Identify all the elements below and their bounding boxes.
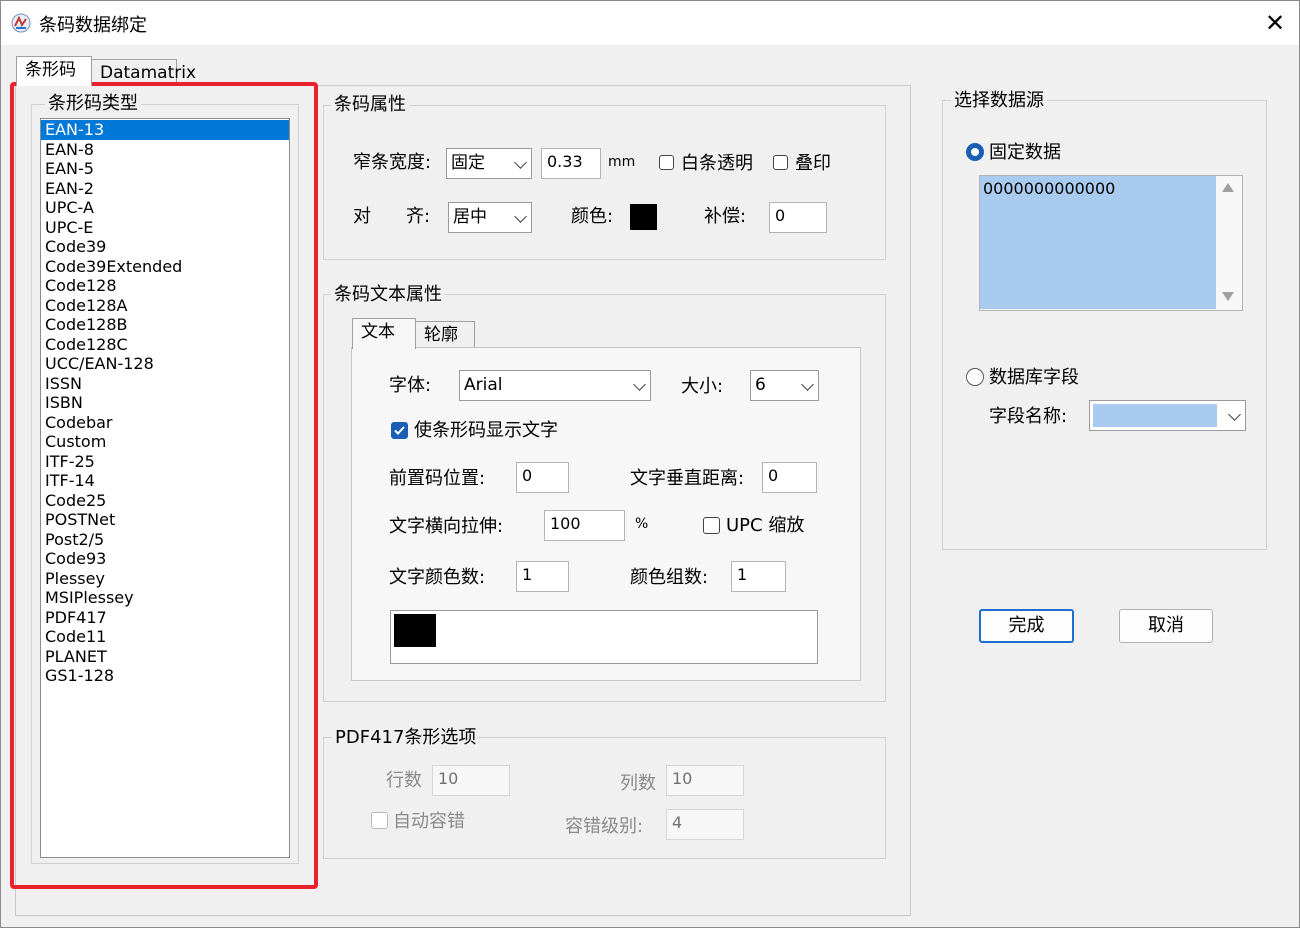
barcode-props-group <box>323 105 886 260</box>
vertical-dist-input[interactable]: 0 <box>762 462 817 493</box>
barcode-props-title: 条码属性 <box>331 94 409 116</box>
narrow-width-mode-value: 固定 <box>451 153 485 173</box>
overprint-checkbox[interactable] <box>773 155 788 170</box>
prefix-pos-input[interactable]: 0 <box>516 462 569 493</box>
narrow-width-label: 窄条宽度: <box>353 152 432 173</box>
size-label: 大小: <box>681 376 724 397</box>
color-count-label: 文字颜色数: <box>389 567 486 588</box>
prefix-pos-label: 前置码位置: <box>389 468 486 489</box>
dialog-window: 条码数据绑定 ✕ 条形码 Datamatrix 条形码类型 EAN-13 EAN-… <box>0 0 1300 928</box>
font-select[interactable]: Arial <box>459 370 651 401</box>
white-transparent-label: 白条透明 <box>681 153 753 174</box>
align-select[interactable]: 居中 <box>448 202 532 233</box>
text-color-swatch[interactable] <box>394 614 436 647</box>
size-select[interactable]: 6 <box>750 370 819 401</box>
upc-scale-label: UPC 缩放 <box>726 515 805 536</box>
barcode-color-swatch[interactable] <box>630 204 657 230</box>
pdf417-group <box>323 737 886 859</box>
field-name-value <box>1093 404 1217 427</box>
white-transparent-checkbox[interactable] <box>659 155 674 170</box>
title-bar: 条码数据绑定 ✕ <box>1 1 1299 45</box>
overprint-label: 叠印 <box>795 153 831 174</box>
align-value: 居中 <box>453 207 487 227</box>
narrow-width-unit: mm <box>608 154 636 170</box>
tab-outline[interactable]: 轮廓 <box>415 321 475 347</box>
font-value: Arial <box>464 375 503 395</box>
color-group-label: 颜色组数: <box>630 567 709 588</box>
scroll-down-icon[interactable] <box>1222 292 1234 301</box>
text-color-swatch-box <box>390 610 818 664</box>
cols-label: 列数 <box>620 773 656 794</box>
cancel-button[interactable]: 取消 <box>1119 609 1213 643</box>
scroll-up-icon[interactable] <box>1222 183 1234 192</box>
compensation-input[interactable]: 0 <box>769 202 827 233</box>
font-label: 字体: <box>389 375 432 396</box>
auto-ec-checkbox[interactable] <box>371 812 388 829</box>
ec-level-label: 容错级别: <box>565 816 644 837</box>
stretch-unit: % <box>635 516 649 532</box>
field-name-select[interactable] <box>1089 400 1246 431</box>
close-icon[interactable]: ✕ <box>1259 7 1291 39</box>
chevron-down-icon <box>633 378 646 391</box>
stretch-input[interactable]: 100 <box>544 510 625 541</box>
chevron-down-icon <box>514 156 527 169</box>
align-label-a: 对 <box>353 206 371 227</box>
align-label-b: 齐: <box>406 206 431 227</box>
size-value: 6 <box>755 375 766 395</box>
db-field-radio[interactable] <box>966 368 984 386</box>
pdf417-title: PDF417条形选项 <box>332 727 480 749</box>
chevron-down-icon <box>1228 408 1241 421</box>
fixed-data-textarea[interactable]: 0000000000000 <box>980 176 1216 309</box>
auto-ec-label: 自动容错 <box>393 811 465 832</box>
color-label: 颜色: <box>571 206 614 227</box>
tab-barcode[interactable]: 条形码 <box>16 56 92 86</box>
color-group-input[interactable]: 1 <box>731 561 786 592</box>
show-text-checkbox[interactable] <box>391 422 408 439</box>
db-field-label: 数据库字段 <box>989 367 1079 388</box>
app-icon <box>11 13 31 33</box>
highlight-box <box>10 82 318 889</box>
datasource-title: 选择数据源 <box>951 90 1047 112</box>
datasource-group <box>942 100 1267 550</box>
color-count-input[interactable]: 1 <box>516 561 569 592</box>
checkmark-icon <box>394 426 405 435</box>
stretch-label: 文字横向拉伸: <box>389 516 504 537</box>
chevron-down-icon <box>514 210 527 223</box>
tab-text[interactable]: 文本 <box>352 318 416 349</box>
rows-input[interactable]: 10 <box>432 765 510 796</box>
rows-label: 行数 <box>386 770 422 791</box>
narrow-width-input[interactable]: 0.33 <box>541 148 601 179</box>
cols-input[interactable]: 10 <box>666 765 744 796</box>
narrow-width-mode-select[interactable]: 固定 <box>446 148 532 179</box>
vertical-dist-label: 文字垂直距离: <box>630 468 745 489</box>
chevron-down-icon <box>801 378 814 391</box>
window-title: 条码数据绑定 <box>39 15 147 36</box>
show-text-label: 使条形码显示文字 <box>414 420 558 441</box>
ec-level-input[interactable]: 4 <box>666 809 744 840</box>
fixed-data-label: 固定数据 <box>989 142 1061 163</box>
text-props-title: 条码文本属性 <box>331 284 445 306</box>
upc-scale-checkbox[interactable] <box>703 517 720 534</box>
compensation-label: 补偿: <box>704 206 747 227</box>
fixed-data-radio[interactable] <box>966 143 984 161</box>
field-name-label: 字段名称: <box>989 406 1068 427</box>
ok-button[interactable]: 完成 <box>979 609 1074 643</box>
